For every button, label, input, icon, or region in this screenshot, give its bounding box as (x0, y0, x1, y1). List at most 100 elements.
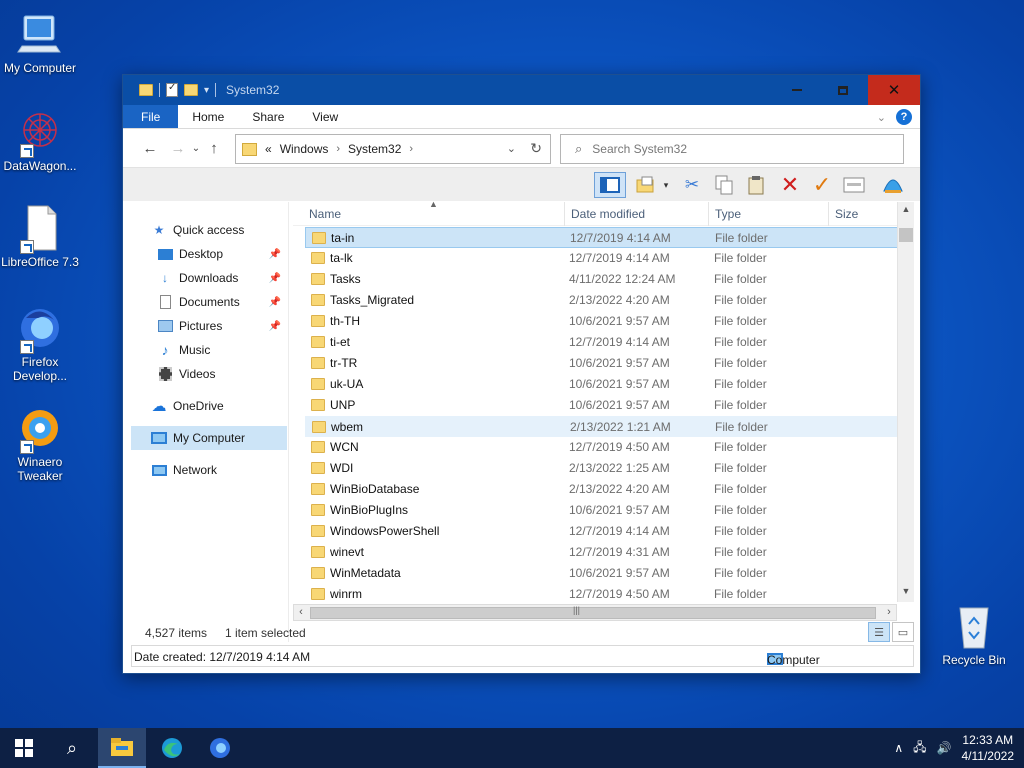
large-icons-view-icon[interactable]: ▭ (892, 622, 914, 642)
desktop-icon-firefox-developer[interactable]: Firefox Develop... (0, 304, 80, 383)
file-type: File folder (714, 251, 767, 265)
table-row[interactable]: WindowsPowerShell 12/7/2019 4:14 AM File f… (305, 521, 899, 542)
paste-icon[interactable] (743, 172, 769, 198)
nav-item-onedrive[interactable]: ☁ OneDrive (151, 394, 307, 418)
desktop-icon-recycle-bin[interactable]: Recycle Bin (934, 602, 1014, 667)
back-button[interactable]: ← (139, 140, 161, 157)
nav-item-pictures[interactable]: Pictures 📌 (157, 314, 285, 338)
nav-item-videos[interactable]: Videos (157, 362, 285, 386)
breadcrumb-windows[interactable]: Windows (280, 142, 329, 156)
shell-icon[interactable] (880, 172, 906, 198)
table-row[interactable]: th-TH 10/6/2021 9:57 AM File folder (305, 311, 899, 332)
table-row[interactable]: winevt 12/7/2019 4:31 AM File folder (305, 542, 899, 563)
customize-dropdown-icon[interactable]: ▾ (204, 85, 209, 96)
table-row[interactable]: wbem 2/13/2022 1:21 AM File folder (305, 416, 899, 437)
layout-button[interactable] (594, 172, 626, 198)
scroll-up-icon[interactable]: ▲ (898, 204, 914, 214)
address-bar[interactable]: « Windows › System32 › ⌄ ↻ (235, 134, 551, 164)
properties-icon[interactable] (166, 82, 178, 97)
nav-item-downloads[interactable]: ↓ Downloads 📌 (157, 266, 285, 290)
up-button[interactable]: ↑ (203, 140, 225, 157)
volume-icon[interactable]: 🔊 (937, 741, 952, 755)
folder-icon (311, 378, 325, 390)
title-bar[interactable]: ▾ System32 ✕ (123, 75, 920, 105)
breadcrumb-system32[interactable]: System32 (348, 142, 401, 156)
vertical-scrollbar[interactable]: ▲ ▼ (897, 202, 914, 602)
address-dropdown-icon[interactable]: ⌄ (507, 142, 516, 155)
edge-button[interactable] (148, 728, 196, 768)
file-explorer-button[interactable] (98, 728, 146, 768)
delete-icon[interactable]: ✕ (777, 172, 803, 198)
nav-item-desktop[interactable]: Desktop 📌 (157, 242, 285, 266)
tab-view[interactable]: View (298, 105, 352, 128)
table-row[interactable]: ti-et 12/7/2019 4:14 AM File folder (305, 332, 899, 353)
recent-locations-icon[interactable]: ⌄ (189, 143, 203, 154)
table-row[interactable]: Tasks_Migrated 2/13/2022 4:20 AM File fold… (305, 290, 899, 311)
horizontal-scrollbar[interactable]: ‹ ||| › (293, 604, 897, 621)
table-row[interactable]: WinBioDatabase 2/13/2022 4:20 AM File fold… (305, 479, 899, 500)
tab-file[interactable]: File (123, 105, 179, 128)
scroll-left-icon[interactable]: ‹ (294, 606, 308, 618)
column-size[interactable]: Size (829, 202, 899, 226)
details-view-icon[interactable]: ☰ (868, 622, 890, 642)
table-row[interactable]: WinBioPlugIns 10/6/2021 9:57 AM File folde… (305, 500, 899, 521)
table-row[interactable]: uk-UA 10/6/2021 9:57 AM File folder (305, 374, 899, 395)
column-name[interactable]: Name (303, 202, 565, 226)
table-row[interactable]: WDI 2/13/2022 1:25 AM File folder (305, 458, 899, 479)
new-folder-icon[interactable] (184, 84, 198, 96)
chevron-up-icon[interactable]: ∧ (894, 741, 903, 755)
table-row[interactable]: WinMetadata 10/6/2021 9:57 AM File folder (305, 563, 899, 584)
view-dropdown-icon[interactable]: ▾ (659, 172, 673, 198)
table-row[interactable]: tr-TR 10/6/2021 9:57 AM File folder (305, 353, 899, 374)
table-row[interactable]: WCN 12/7/2019 4:50 AM File folder (305, 437, 899, 458)
search-input[interactable]: Search System32 (592, 142, 687, 156)
pin-icon[interactable]: 📌 (269, 321, 281, 332)
forward-button[interactable]: → (167, 140, 189, 157)
desktop-icon-winaero-tweaker[interactable]: Winaero Tweaker (0, 404, 80, 483)
column-type[interactable]: Type (709, 202, 829, 226)
refresh-icon[interactable]: ↻ (530, 140, 542, 157)
desktop-icon-my-computer[interactable]: My Computer (0, 10, 80, 75)
table-row[interactable]: ta-in 12/7/2019 4:14 AM File folder (305, 227, 899, 248)
nav-item-music[interactable]: ♪ Music (157, 338, 285, 362)
desktop-icon-datawagon[interactable]: DataWagon... (0, 108, 80, 173)
clock[interactable]: 12:33 AM 4/11/2022 (962, 732, 1015, 764)
chevron-right-icon[interactable]: › (336, 143, 340, 155)
scroll-down-icon[interactable]: ▼ (898, 586, 914, 596)
maximize-button[interactable] (820, 75, 866, 105)
nav-quick-access[interactable]: ★ Quick access (151, 218, 307, 242)
network-icon[interactable]: 🖧 (913, 738, 926, 759)
search-box[interactable]: ⌕ Search System32 (560, 134, 904, 164)
pin-icon[interactable]: 📌 (269, 297, 281, 308)
nav-item-my-computer[interactable]: My Computer (131, 426, 287, 450)
pin-icon[interactable]: 📌 (269, 273, 281, 284)
pin-icon[interactable]: 📌 (269, 249, 281, 260)
firefox-developer-button[interactable] (196, 728, 244, 768)
scroll-right-icon[interactable]: › (882, 606, 896, 618)
tab-share[interactable]: Share (238, 105, 298, 128)
scroll-thumb[interactable] (310, 607, 876, 619)
table-row[interactable]: winrm 12/7/2019 4:50 AM File folder (305, 584, 899, 605)
nav-item-network[interactable]: Network (151, 458, 307, 482)
table-row[interactable]: ta-lk 12/7/2019 4:14 AM File folder (305, 248, 899, 269)
rename-check-icon[interactable]: ✓ (809, 172, 835, 198)
table-row[interactable]: UNP 10/6/2021 9:57 AM File folder (305, 395, 899, 416)
nav-item-documents[interactable]: Documents 📌 (157, 290, 285, 314)
copy-icon[interactable] (711, 172, 737, 198)
chevron-right-icon[interactable]: › (409, 143, 413, 155)
start-button[interactable] (0, 728, 48, 768)
scroll-thumb[interactable] (899, 228, 913, 242)
column-date-modified[interactable]: Date modified (565, 202, 709, 226)
cut-icon[interactable]: ✂ (679, 172, 705, 198)
tab-home[interactable]: Home (178, 105, 238, 128)
properties-icon[interactable] (841, 172, 867, 198)
table-row[interactable]: Tasks 4/11/2022 12:24 AM File folder (305, 269, 899, 290)
breadcrumb-overflow[interactable]: « (265, 142, 272, 156)
minimize-button[interactable] (774, 75, 820, 105)
search-button[interactable]: ⌕ (48, 728, 96, 768)
help-icon[interactable]: ? (896, 109, 912, 125)
desktop-icon-libreoffice[interactable]: LibreOffice 7.3 (0, 204, 80, 269)
new-folder-button[interactable] (635, 172, 657, 198)
expand-ribbon-icon[interactable]: ⌄ (877, 111, 886, 124)
close-button[interactable]: ✕ (868, 75, 920, 105)
